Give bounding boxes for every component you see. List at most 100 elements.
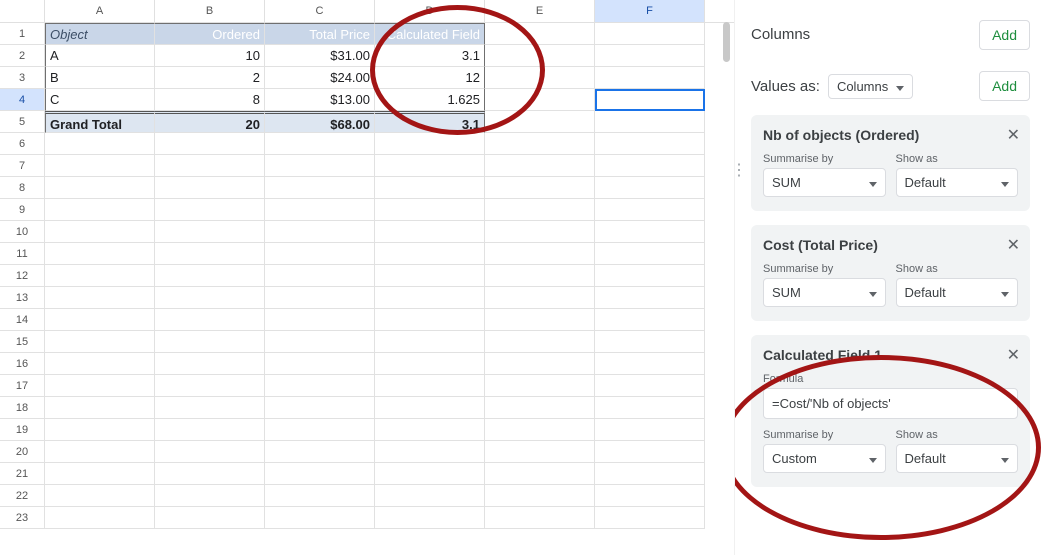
close-icon[interactable]: ✕ (1007, 235, 1020, 255)
cell-ordered[interactable]: 10 (155, 45, 265, 67)
cell-blank[interactable] (155, 485, 265, 507)
cell-label[interactable]: C (45, 89, 155, 111)
col-header-A[interactable]: A (45, 0, 155, 22)
cell-blank[interactable] (595, 45, 705, 67)
cell-blank[interactable] (595, 199, 705, 221)
cell-label[interactable]: A (45, 45, 155, 67)
cell-blank[interactable] (375, 287, 485, 309)
drag-handle-icon[interactable]: ⋮⋮ (734, 160, 745, 180)
cell-blank[interactable] (45, 265, 155, 287)
formula-input[interactable] (763, 388, 1018, 419)
cell-blank[interactable] (265, 243, 375, 265)
cell-blank[interactable] (265, 265, 375, 287)
cell-grid[interactable]: 1ObjectOrderedTotal PriceCalculated Fiel… (0, 23, 734, 529)
row-header[interactable]: 2 (0, 45, 45, 67)
row-header[interactable]: 7 (0, 155, 45, 177)
row-header[interactable]: 4 (0, 89, 45, 111)
row-header[interactable]: 15 (0, 331, 45, 353)
summarise-select[interactable]: SUM (763, 168, 886, 197)
vertical-scrollbar[interactable] (723, 22, 730, 62)
row-header[interactable]: 14 (0, 309, 45, 331)
cell-blank[interactable] (375, 441, 485, 463)
cell-blank[interactable] (265, 287, 375, 309)
col-header-F[interactable]: F (595, 0, 705, 22)
cell-blank[interactable] (265, 507, 375, 529)
cell-blank[interactable] (595, 243, 705, 265)
cell-blank[interactable] (595, 353, 705, 375)
row-header[interactable]: 11 (0, 243, 45, 265)
cell-blank[interactable] (155, 221, 265, 243)
cell-blank[interactable] (595, 331, 705, 353)
cell-grandtotal-label[interactable]: Grand Total (45, 111, 155, 133)
cell-blank[interactable] (155, 507, 265, 529)
cell-blank[interactable] (155, 133, 265, 155)
cell-blank[interactable] (485, 155, 595, 177)
row-header[interactable]: 16 (0, 353, 45, 375)
cell-blank[interactable] (595, 133, 705, 155)
cell-totalprice[interactable]: $13.00 (265, 89, 375, 111)
cell-blank[interactable] (45, 485, 155, 507)
cell-blank[interactable] (155, 353, 265, 375)
cell-blank[interactable] (45, 375, 155, 397)
showas-select[interactable]: Default (896, 168, 1019, 197)
cell-blank[interactable] (375, 265, 485, 287)
cell-blank[interactable] (155, 397, 265, 419)
cell-blank[interactable] (155, 419, 265, 441)
row-header[interactable]: 1 (0, 23, 45, 45)
cell-blank[interactable] (485, 23, 595, 45)
cell-blank[interactable] (485, 485, 595, 507)
cell-blank[interactable] (485, 111, 595, 133)
cell-blank[interactable] (485, 507, 595, 529)
cell-blank[interactable] (485, 397, 595, 419)
cell-totalprice[interactable]: $31.00 (265, 45, 375, 67)
cell-blank[interactable] (375, 221, 485, 243)
cell-totalprice[interactable]: $24.00 (265, 67, 375, 89)
cell-blank[interactable] (155, 243, 265, 265)
cell-grandtotal-ordered[interactable]: 20 (155, 111, 265, 133)
cell-blank[interactable] (595, 441, 705, 463)
cell-blank[interactable] (155, 177, 265, 199)
select-all-corner[interactable] (0, 0, 45, 22)
cell-blank[interactable] (45, 287, 155, 309)
cell-blank[interactable] (265, 133, 375, 155)
cell-blank[interactable] (595, 375, 705, 397)
cell-blank[interactable] (45, 353, 155, 375)
close-icon[interactable]: ✕ (1007, 125, 1020, 145)
cell-blank[interactable] (595, 287, 705, 309)
cell-blank[interactable] (265, 177, 375, 199)
cell-blank[interactable] (375, 507, 485, 529)
cell-calc[interactable]: 12 (375, 67, 485, 89)
cell-blank[interactable] (595, 67, 705, 89)
cell-blank[interactable] (595, 463, 705, 485)
cell-blank[interactable] (45, 177, 155, 199)
row-header[interactable]: 23 (0, 507, 45, 529)
row-header[interactable]: 13 (0, 287, 45, 309)
cell-blank[interactable] (595, 89, 705, 111)
cell-blank[interactable] (45, 507, 155, 529)
cell-blank[interactable] (375, 375, 485, 397)
cell-blank[interactable] (265, 397, 375, 419)
col-header-D[interactable]: D (375, 0, 485, 22)
cell-ordered[interactable]: 8 (155, 89, 265, 111)
cell-blank[interactable] (485, 331, 595, 353)
cell-blank[interactable] (155, 331, 265, 353)
cell-blank[interactable] (375, 309, 485, 331)
cell-blank[interactable] (485, 133, 595, 155)
cell-blank[interactable] (375, 485, 485, 507)
col-header-B[interactable]: B (155, 0, 265, 22)
cell-blank[interactable] (595, 485, 705, 507)
cell-blank[interactable] (45, 133, 155, 155)
cell-blank[interactable] (485, 441, 595, 463)
cell-blank[interactable] (595, 309, 705, 331)
cell-blank[interactable] (265, 221, 375, 243)
cell-blank[interactable] (45, 331, 155, 353)
cell-grandtotal-totalprice[interactable]: $68.00 (265, 111, 375, 133)
cell-blank[interactable] (485, 177, 595, 199)
cell-blank[interactable] (265, 155, 375, 177)
cell-blank[interactable] (375, 353, 485, 375)
cell-blank[interactable] (45, 397, 155, 419)
cell-blank[interactable] (485, 67, 595, 89)
cell-ordered[interactable]: 2 (155, 67, 265, 89)
cell-blank[interactable] (155, 155, 265, 177)
cell-blank[interactable] (485, 463, 595, 485)
